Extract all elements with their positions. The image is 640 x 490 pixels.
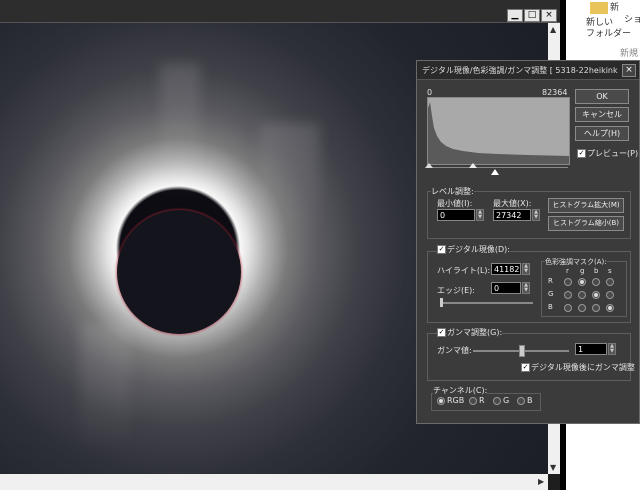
close-button[interactable]: × — [541, 9, 557, 22]
mask-radio-R-b[interactable] — [592, 278, 600, 286]
corona-streak — [260, 123, 320, 243]
channel-radio-r[interactable] — [469, 397, 477, 405]
dialog-titlebar[interactable]: デジタル現像/色彩強調/ガンマ調整 [ 5318-22heikinkasan × — [417, 61, 639, 80]
level-max-input[interactable]: 27342 — [493, 209, 531, 221]
level-min-label: 最小値(I): — [437, 199, 473, 208]
scroll-down-icon[interactable]: ▼ — [550, 463, 556, 472]
mask-radio-G-g[interactable] — [578, 291, 586, 299]
image-window-titlebar: ▁ □ × — [0, 0, 560, 23]
mask-row-b: B — [548, 303, 553, 311]
moon-disk — [117, 210, 241, 334]
gamma-group — [427, 333, 631, 381]
mask-radio-B-r[interactable] — [564, 304, 572, 312]
mask-row-r: R — [548, 277, 553, 285]
preview-label: プレビュー(P) — [587, 149, 639, 158]
digital-development-dialog: デジタル現像/色彩強調/ガンマ調整 [ 5318-22heikinkasan ×… — [416, 60, 640, 424]
histogram-shrink-button[interactable]: ヒストグラム縮小(B) — [548, 216, 624, 231]
mask-radio-B-s[interactable] — [606, 304, 614, 312]
ok-button[interactable]: OK — [575, 89, 629, 104]
mask-radio-G-r[interactable] — [564, 291, 572, 299]
dialog-title: デジタル現像/色彩強調/ガンマ調整 [ 5318-22heikinkasan — [422, 66, 618, 75]
edge-input[interactable]: 0 — [491, 282, 521, 294]
horizontal-scrollbar[interactable]: ▶ — [0, 474, 548, 490]
level-max-label: 最大値(X): — [493, 199, 532, 208]
color-mask-label: 色彩強調マスク(A): — [545, 257, 607, 267]
mask-radio-G-s[interactable] — [606, 291, 614, 299]
edge-label: エッジ(E): — [437, 286, 475, 295]
level-min-spinner[interactable]: ▲ ▼ — [476, 209, 484, 221]
corona-streak — [160, 63, 200, 203]
edge-slider-thumb[interactable] — [440, 298, 443, 307]
level-max-spinner[interactable]: ▲ ▼ — [532, 209, 540, 221]
mask-row-g: G — [548, 290, 554, 298]
channel-label-b: B — [527, 396, 533, 405]
edge-spinner[interactable]: ▲ ▼ — [522, 282, 530, 294]
gamma-label: ガンマ調整(G): — [447, 327, 503, 338]
gamma-spinner[interactable]: ▲ ▼ — [608, 343, 616, 355]
help-button[interactable]: ヘルプ(H) — [575, 126, 629, 141]
mask-col-b: b — [594, 267, 599, 275]
highlight-spinner[interactable]: ▲ ▼ — [522, 263, 530, 275]
channel-label-r: R — [479, 396, 485, 405]
highlight-input[interactable]: 41182 — [491, 263, 521, 275]
channel-radio-g[interactable] — [493, 397, 501, 405]
maximize-button[interactable]: □ — [524, 9, 540, 22]
corona-streak — [80, 323, 130, 453]
gamma-value-label: ガンマ値: — [437, 346, 472, 355]
histogram-max-label: 82364 — [542, 88, 568, 97]
level-min-input[interactable]: 0 — [437, 209, 475, 221]
mask-radio-R-r[interactable] — [564, 278, 572, 286]
level-group-label: レベル調整: — [431, 186, 474, 197]
preview-checkbox[interactable]: ✓ — [577, 149, 586, 158]
folder-icon[interactable] — [590, 2, 608, 14]
scroll-right-icon[interactable]: ▶ — [538, 477, 544, 486]
mask-radio-B-b[interactable] — [592, 304, 600, 312]
channel-label: チャンネル(C): — [433, 385, 488, 396]
channel-radio-b[interactable] — [517, 397, 525, 405]
mask-col-r: r — [566, 267, 569, 275]
digital-checkbox[interactable]: ✓ — [437, 245, 446, 254]
mask-radio-B-g[interactable] — [578, 304, 586, 312]
cancel-button[interactable]: キャンセル — [575, 107, 629, 122]
mask-col-s: s — [608, 267, 612, 275]
mask-radio-R-g[interactable] — [578, 278, 586, 286]
new-folder-label[interactable]: 新しい フォルダー — [586, 18, 631, 40]
histogram-min-label: 0 — [427, 88, 433, 97]
channel-label-g: G — [503, 396, 510, 405]
gamma-checkbox[interactable]: ✓ — [437, 328, 446, 337]
highlight-label: ハイライト(L): — [437, 266, 491, 275]
channel-label-rgb: RGB — [447, 396, 465, 405]
mask-col-g: g — [580, 267, 585, 275]
dialog-close-button[interactable]: × — [622, 64, 636, 77]
edge-slider-track[interactable] — [441, 302, 533, 304]
scroll-up-icon[interactable]: ▲ — [550, 25, 556, 34]
gamma-after-checkbox[interactable]: ✓ — [521, 363, 530, 372]
mask-radio-G-b[interactable] — [592, 291, 600, 299]
minimize-button[interactable]: ▁ — [507, 9, 523, 22]
histogram-min-thumb[interactable] — [425, 163, 433, 168]
histogram-curve — [428, 102, 569, 164]
explorer-group-label: 新規 — [620, 49, 639, 59]
explorer-partial-top: 新 — [610, 3, 620, 13]
gamma-slider-thumb[interactable] — [519, 345, 525, 357]
histogram-max-thumb[interactable] — [491, 169, 499, 175]
mask-radio-R-s[interactable] — [606, 278, 614, 286]
histogram-expand-button[interactable]: ヒストグラム拡大(M) — [548, 198, 624, 213]
histogram — [427, 97, 570, 165]
gamma-after-label: デジタル現像後にガンマ調整 — [531, 363, 635, 372]
channel-radio-rgb[interactable] — [437, 397, 445, 405]
histogram-level-track — [427, 167, 568, 168]
histogram-mid-thumb[interactable] — [469, 163, 477, 168]
digital-label: デジタル現像(D): — [447, 244, 510, 255]
gamma-input[interactable]: 1 — [575, 343, 607, 355]
